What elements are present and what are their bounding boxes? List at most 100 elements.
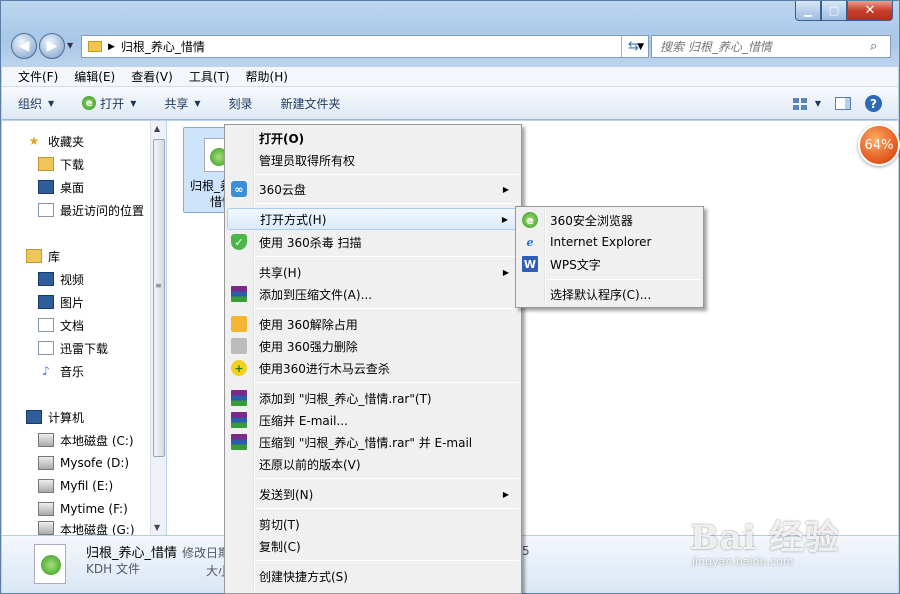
scroll-up-icon[interactable]: ▲ xyxy=(154,124,160,133)
sidebar-item-recent[interactable]: 最近访问的位置 xyxy=(38,199,144,221)
open-button[interactable]: e 打开 ▼ xyxy=(82,95,136,112)
command-bar: 组织 ▼ e 打开 ▼ 共享 ▼ 刻录 新建文件夹 ▼ ? xyxy=(2,87,898,120)
sidebar-item-pictures[interactable]: 图片 xyxy=(38,291,84,313)
share-button[interactable]: 共享 ▼ xyxy=(164,95,200,112)
help-icon[interactable]: ? xyxy=(865,95,882,112)
menu-item-add-to-archive[interactable]: 添加到压缩文件(A)... xyxy=(227,283,519,305)
sidebar-libraries[interactable]: 库 xyxy=(26,245,60,267)
menu-help[interactable]: 帮助(H) xyxy=(238,68,296,85)
menu-item-cut[interactable]: 剪切(T) xyxy=(227,513,519,535)
menu-item-compress-email[interactable]: 压缩并 E-mail... xyxy=(227,409,519,431)
menu-item-label: 创建快捷方式(S) xyxy=(259,569,348,584)
menu-item-open-with[interactable]: 打开方式(H) ▶ xyxy=(227,208,519,230)
menu-item-copy[interactable]: 复制(C) xyxy=(227,535,519,557)
preview-pane-icon[interactable] xyxy=(835,97,851,110)
menu-item-add-to-rar[interactable]: 添加到 "归根_养心_惜情.rar"(T) xyxy=(227,387,519,409)
menu-item-open[interactable]: 打开(O) xyxy=(227,127,519,149)
search-icon[interactable]: ⌕ xyxy=(870,39,890,54)
sidebar-item-documents[interactable]: 文档 xyxy=(38,314,84,336)
menu-item-label: 还原以前的版本(V) xyxy=(259,457,361,472)
refresh-button[interactable]: ⇆ xyxy=(621,36,645,57)
close-button[interactable]: ✕ xyxy=(847,1,893,21)
menu-item-360-trojan-scan[interactable]: + 使用360进行木马云查杀 xyxy=(227,357,519,379)
menu-item-label: 剪切(T) xyxy=(259,517,300,532)
open-with-360-browser[interactable]: e 360安全浏览器 xyxy=(518,209,701,231)
search-input[interactable] xyxy=(652,39,870,54)
maximize-button[interactable]: □ xyxy=(821,1,847,21)
menu-view[interactable]: 查看(V) xyxy=(123,68,181,85)
search-box[interactable]: ⌕ xyxy=(651,35,891,58)
sidebar-item-desktop[interactable]: 桌面 xyxy=(38,176,84,198)
burn-button[interactable]: 刻录 xyxy=(229,95,253,112)
menu-item-share[interactable]: 共享(H) ▶ xyxy=(227,261,519,283)
sidebar-item-drive-d[interactable]: Mysofe (D:) xyxy=(38,452,129,474)
organize-button[interactable]: 组织 ▼ xyxy=(18,95,54,112)
speed-ball-badge[interactable]: 64% xyxy=(858,124,900,166)
back-button[interactable]: ◀ xyxy=(11,33,37,59)
open-with-choose-default[interactable]: 选择默认程序(C)... xyxy=(518,283,701,305)
menu-item-label: 发送到(N) xyxy=(259,487,314,502)
menu-item-360-cloud[interactable]: ∞ 360云盘 ▶ xyxy=(227,178,519,200)
organize-label: 组织 xyxy=(18,96,43,111)
sidebar-item-label: 桌面 xyxy=(60,180,85,195)
menu-item-label: 打开(O) xyxy=(259,131,305,146)
scroll-thumb[interactable] xyxy=(153,139,165,457)
open-label: 打开 xyxy=(100,96,125,111)
menu-separator xyxy=(255,308,519,309)
menu-item-360-scan[interactable]: ✓ 使用 360杀毒 扫描 xyxy=(227,231,519,253)
recent-pages-dropdown-icon[interactable]: ▼ xyxy=(67,41,73,50)
sidebar-scrollbar[interactable]: ▲ ≡ ▼ xyxy=(150,121,166,535)
sidebar-item-music[interactable]: ♪ 音乐 xyxy=(38,360,84,382)
winrar-icon xyxy=(231,286,247,302)
caption-buttons: ▁ □ ✕ xyxy=(795,1,893,21)
menu-item-create-shortcut[interactable]: 创建快捷方式(S) xyxy=(227,565,519,587)
sidebar-item-xunlei[interactable]: 迅雷下载 xyxy=(38,337,108,359)
menu-item-label: 360安全浏览器 xyxy=(550,213,633,228)
menu-tools[interactable]: 工具(T) xyxy=(181,68,238,85)
address-bar[interactable]: ▶ 归根_养心_惜情 ▼ xyxy=(81,35,649,58)
unlock-icon xyxy=(231,316,247,332)
menu-item-take-ownership[interactable]: 管理员取得所有权 xyxy=(227,149,519,171)
menu-item-360-force-delete[interactable]: 使用 360强力删除 xyxy=(227,335,519,357)
watermark-logo: Bai 经验 xyxy=(690,518,840,558)
sidebar-favorites[interactable]: ★ 收藏夹 xyxy=(26,130,84,152)
shield-icon: ✓ xyxy=(231,234,247,250)
menu-item-360-unlock[interactable]: 使用 360解除占用 xyxy=(227,313,519,335)
menu-file[interactable]: 文件(F) xyxy=(10,68,66,85)
forward-button[interactable]: ▶ xyxy=(39,33,65,59)
minimize-button[interactable]: ▁ xyxy=(795,1,821,21)
sidebar-item-drive-c[interactable]: 本地磁盘 (C:) xyxy=(38,429,134,451)
menu-item-label: 360云盘 xyxy=(259,182,306,197)
menu-item-label: 添加到 "归根_养心_惜情.rar"(T) xyxy=(259,391,432,406)
view-options-icon[interactable] xyxy=(792,97,807,110)
share-label: 共享 xyxy=(164,96,189,111)
new-folder-button[interactable]: 新建文件夹 xyxy=(281,95,341,112)
scroll-down-icon[interactable]: ▼ xyxy=(154,523,160,532)
menu-item-compress-rar-email[interactable]: 压缩到 "归根_养心_惜情.rar" 并 E-mail xyxy=(227,431,519,453)
menu-item-label: 添加到压缩文件(A)... xyxy=(259,287,373,302)
sidebar-item-drive-g[interactable]: 本地磁盘 (G:) xyxy=(38,521,135,535)
menu-item-send-to[interactable]: 发送到(N) ▶ xyxy=(227,483,519,505)
sidebar-computer[interactable]: 计算机 xyxy=(26,406,84,428)
menu-edit[interactable]: 编辑(E) xyxy=(66,68,123,85)
video-icon xyxy=(38,272,54,286)
forward-arrow-icon: ▶ xyxy=(46,38,58,54)
breadcrumb-chevron-icon[interactable]: ▶ xyxy=(108,42,115,52)
browser-360-icon: e xyxy=(522,212,538,228)
sidebar-item-drive-f[interactable]: Mytime (F:) xyxy=(38,498,128,520)
menu-separator xyxy=(255,256,519,257)
address-path[interactable]: 归根_养心_惜情 xyxy=(121,38,205,55)
open-with-internet-explorer[interactable]: e Internet Explorer xyxy=(518,231,701,253)
sidebar-item-drive-e[interactable]: Myfil (E:) xyxy=(38,475,113,497)
open-with-wps-writer[interactable]: W WPS文字 xyxy=(518,253,701,275)
library-icon xyxy=(26,249,42,263)
details-file-name: 归根_养心_惜情 xyxy=(86,546,178,561)
menu-item-restore-versions[interactable]: 还原以前的版本(V) xyxy=(227,453,519,475)
view-dropdown-icon[interactable]: ▼ xyxy=(815,99,821,108)
shredder-icon xyxy=(231,338,247,354)
sidebar-item-downloads[interactable]: 下载 xyxy=(38,153,84,175)
submenu-arrow-icon: ▶ xyxy=(502,489,509,499)
sidebar-item-videos[interactable]: 视频 xyxy=(38,268,84,290)
browser-360-icon: e xyxy=(82,96,97,110)
menu-separator xyxy=(255,478,519,479)
